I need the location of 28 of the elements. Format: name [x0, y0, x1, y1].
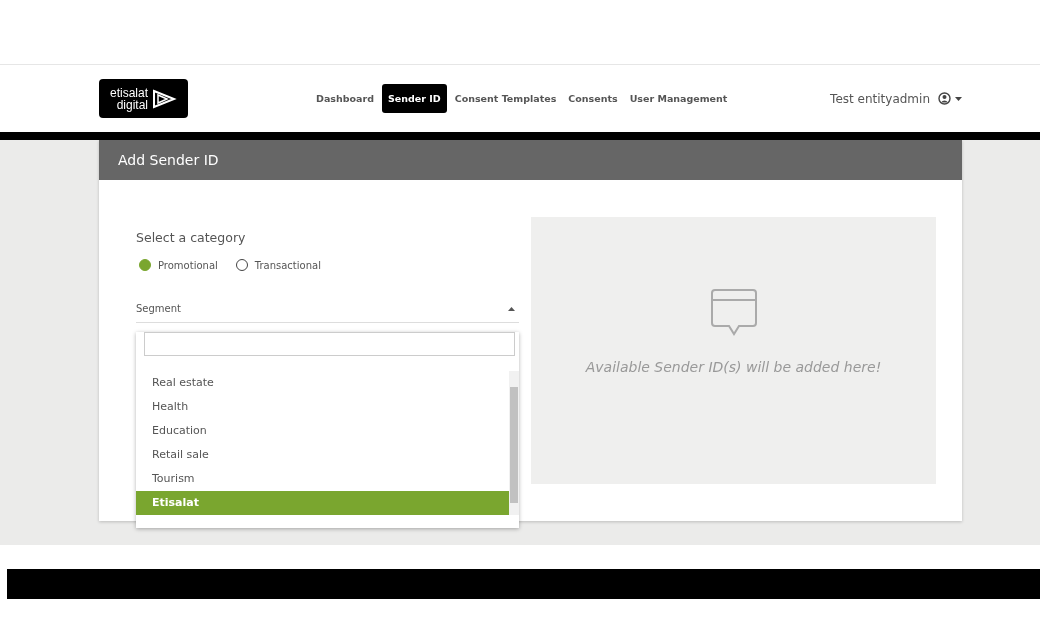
caret-icon[interactable]: [508, 306, 515, 311]
dropdown-option[interactable]: Real estate: [136, 371, 509, 395]
nav-tab[interactable]: User Management: [625, 84, 732, 113]
radio-button[interactable]: [139, 259, 151, 271]
logo-text: digital: [116, 98, 148, 111]
scrollbar-thumb[interactable]: [510, 387, 518, 503]
logo-mark-icon: [151, 87, 177, 110]
dropdown-option[interactable]: Retail sale: [136, 443, 509, 467]
dropdown-option[interactable]: Education: [136, 419, 509, 443]
empty-state-message: Available Sender ID(s) will be added here!: [585, 359, 882, 375]
category-label: Select a category: [136, 230, 247, 245]
nav-tab[interactable]: Consent Templates: [450, 84, 561, 113]
search-field[interactable]: [144, 332, 515, 356]
dropdown-option[interactable]: Health: [136, 395, 509, 419]
logo[interactable]: etisalat digital: [99, 79, 188, 118]
logo-text: etisalat: [110, 86, 148, 99]
radio-label[interactable]: Promotional: [158, 259, 218, 271]
scrollbar[interactable]: [509, 371, 519, 515]
user-avatar-icon[interactable]: [938, 92, 951, 105]
dropdown-option[interactable]: Tourism: [136, 467, 509, 491]
card-title: Add Sender ID: [118, 152, 219, 168]
user-name[interactable]: Test entityadmin: [830, 91, 930, 106]
segment-select[interactable]: Segment: [136, 299, 519, 323]
nav-tab[interactable]: Dashboard: [312, 84, 378, 113]
caret-icon[interactable]: [955, 96, 962, 101]
radio-label[interactable]: Transactional: [254, 259, 321, 271]
nav-tab[interactable]: Consents: [564, 84, 622, 113]
nav-tab[interactable]: Sender ID: [381, 84, 447, 113]
